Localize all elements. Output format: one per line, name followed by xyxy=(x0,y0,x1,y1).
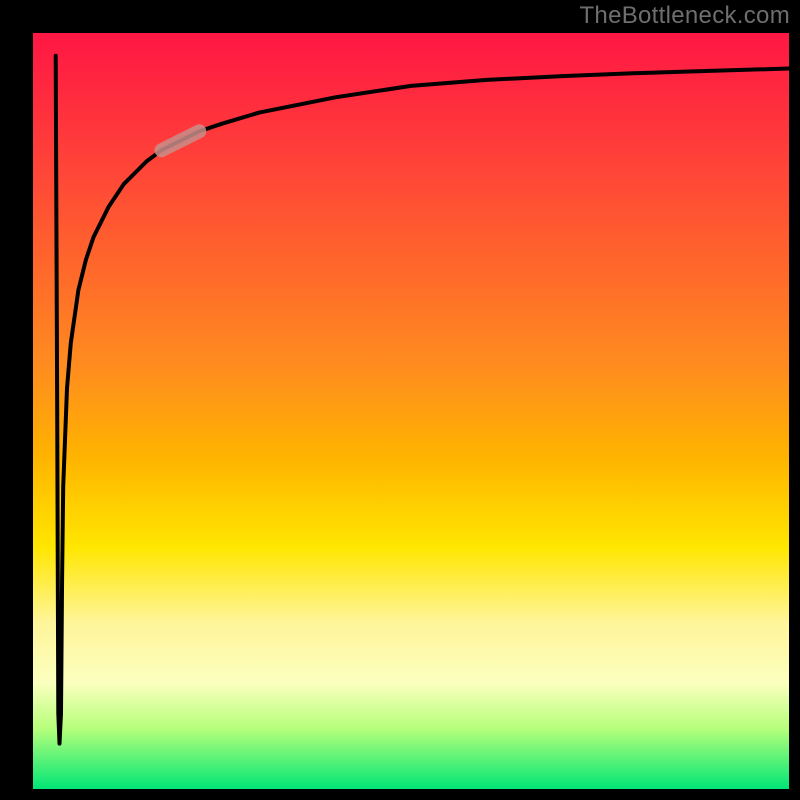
watermark-text: TheBottleneck.com xyxy=(579,2,790,30)
chart-frame: TheBottleneck.com xyxy=(0,0,800,800)
chart-svg xyxy=(33,33,789,789)
curve-path xyxy=(56,56,789,744)
highlight-segment xyxy=(162,131,200,150)
plot-area xyxy=(33,33,789,789)
